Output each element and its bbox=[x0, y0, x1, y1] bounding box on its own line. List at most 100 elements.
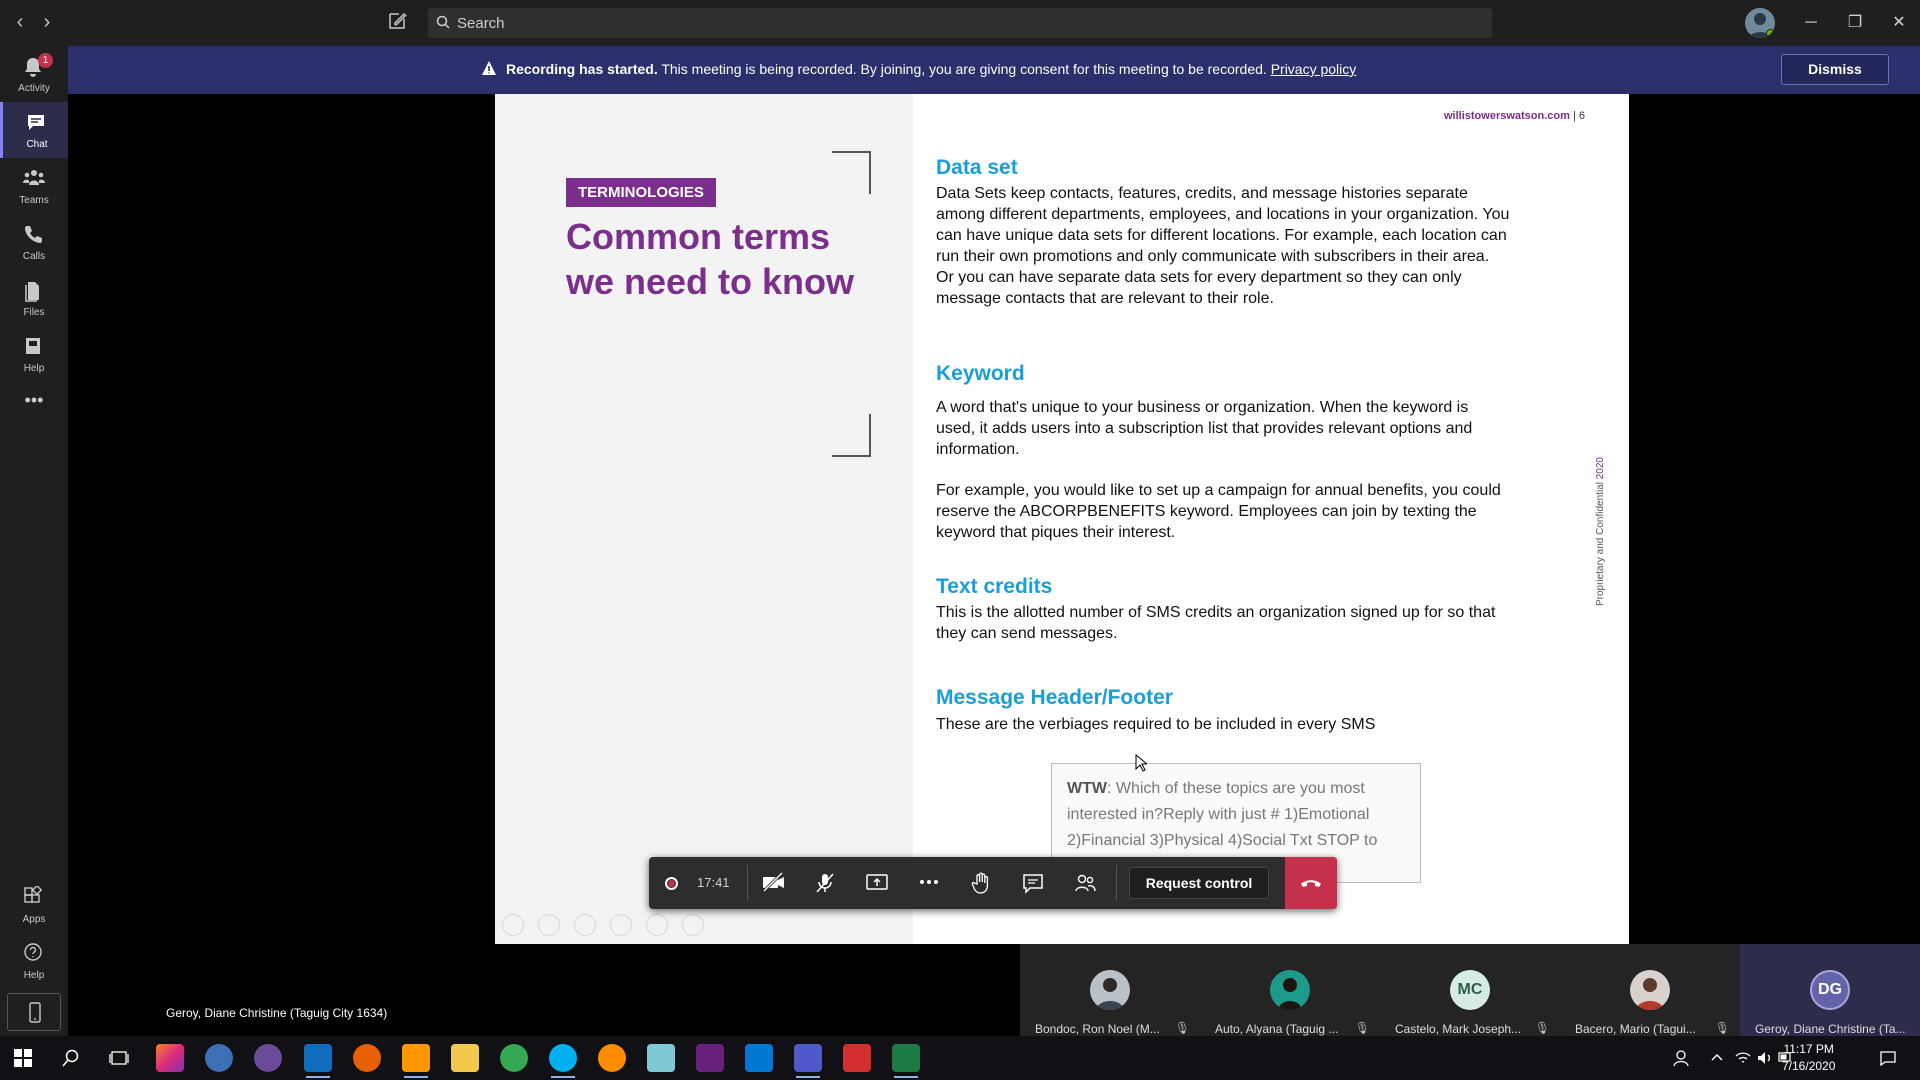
participant-tile[interactable]: Auto, Alyana (Taguig ... 🎙 bbox=[1200, 944, 1380, 1036]
participant-tile[interactable]: Bondoc, Ron Noel (M... 🎙 bbox=[1020, 944, 1200, 1036]
paint-icon[interactable] bbox=[205, 1044, 233, 1072]
rail-item-help-bottom[interactable]: Help bbox=[0, 932, 68, 988]
notes-icon[interactable] bbox=[647, 1044, 675, 1072]
confidential-year: 2020 bbox=[1595, 457, 1606, 483]
help-icon bbox=[24, 943, 42, 961]
section-body: These are the verbiages required to be i… bbox=[936, 716, 1376, 733]
outlook-icon[interactable] bbox=[304, 1044, 332, 1078]
chevron-up-icon[interactable] bbox=[1710, 1050, 1724, 1064]
clock-date: 7/16/2020 bbox=[1782, 1059, 1836, 1073]
section-heading: Keyword bbox=[936, 362, 1025, 385]
section-heading: Data set bbox=[936, 156, 1018, 179]
rail-item-files[interactable]: Files bbox=[0, 270, 68, 326]
task-view-icon[interactable] bbox=[109, 1049, 129, 1067]
rail-item-apps[interactable]: Apps bbox=[0, 876, 68, 932]
slide-tool-icon bbox=[682, 914, 704, 936]
avatar bbox=[1090, 970, 1130, 1010]
apps-icon bbox=[24, 886, 43, 903]
raise-hand-button[interactable] bbox=[958, 857, 1004, 909]
more-icon bbox=[920, 880, 938, 884]
rail-item-help[interactable]: Help bbox=[0, 326, 68, 382]
rail-label: Teams bbox=[19, 195, 49, 206]
file-explorer-icon[interactable] bbox=[451, 1044, 479, 1072]
minimize-button[interactable]: ─ bbox=[1789, 8, 1833, 38]
search-app-icon[interactable] bbox=[598, 1044, 626, 1072]
meeting-stage: TERMINOLOGIES Common terms we need to kn… bbox=[68, 94, 1920, 1020]
share-button[interactable] bbox=[854, 857, 900, 909]
excel-icon[interactable] bbox=[892, 1044, 920, 1078]
participant-tile[interactable]: DG Geroy, Diane Christine (Ta... bbox=[1740, 944, 1920, 1036]
rail-label: Help bbox=[23, 970, 45, 981]
rail-item-calls[interactable]: Calls bbox=[0, 214, 68, 270]
share-screen-icon bbox=[866, 874, 888, 890]
wifi-icon[interactable] bbox=[1734, 1049, 1752, 1067]
dismiss-button[interactable]: Dismiss bbox=[1781, 54, 1889, 85]
device-settings-button[interactable] bbox=[7, 993, 61, 1031]
firefox-icon[interactable] bbox=[353, 1044, 381, 1072]
instagram-icon[interactable] bbox=[156, 1044, 184, 1072]
section-body: For example, you would like to set up a … bbox=[936, 482, 1501, 541]
phone-icon bbox=[25, 226, 42, 243]
skype-icon[interactable] bbox=[549, 1044, 577, 1078]
participant-tile[interactable]: MC Castelo, Mark Joseph... 🎙 bbox=[1380, 944, 1560, 1036]
more-apps-button[interactable]: ••• bbox=[0, 386, 68, 442]
section-body: This is the allotted number of SMS credi… bbox=[936, 604, 1496, 642]
banner-text: This meeting is being recorded. By joini… bbox=[657, 61, 1271, 77]
forward-arrow-icon[interactable]: › bbox=[35, 10, 59, 34]
notification-icon[interactable] bbox=[1879, 1049, 1897, 1067]
windows-start-icon[interactable] bbox=[14, 1049, 32, 1067]
more-actions-button[interactable] bbox=[906, 857, 952, 909]
search-icon[interactable] bbox=[62, 1049, 80, 1067]
avatar-initials: DG bbox=[1810, 970, 1850, 1010]
slide-headline: Common terms we need to know bbox=[566, 216, 855, 302]
presenter-name: Geroy, Diane Christine (Taguig City 1634… bbox=[166, 1006, 388, 1020]
hang-up-button[interactable] bbox=[1285, 857, 1337, 909]
acrobat-icon[interactable] bbox=[843, 1044, 871, 1072]
rail-label: Chat bbox=[26, 139, 48, 150]
request-control-button[interactable]: Request control bbox=[1129, 867, 1269, 899]
confidential-note: Proprietary and Confidential 2020 bbox=[1595, 457, 1606, 606]
new-chat-icon[interactable] bbox=[386, 10, 412, 36]
participant-tile[interactable]: Bacero, Mario (Tagui... 🎙 bbox=[1560, 944, 1740, 1036]
rail-item-teams[interactable]: Teams bbox=[0, 158, 68, 214]
help-book-icon bbox=[26, 338, 40, 354]
rail-item-chat[interactable]: Chat bbox=[0, 102, 68, 158]
visual-studio-icon[interactable] bbox=[696, 1044, 724, 1072]
rail-label: Calls bbox=[22, 251, 46, 262]
slide-tag: TERMINOLOGIES bbox=[566, 178, 716, 207]
search-input[interactable]: Search bbox=[428, 8, 1492, 38]
snip-icon[interactable] bbox=[254, 1044, 282, 1072]
recording-banner: Recording has started. This meeting is b… bbox=[68, 46, 1920, 94]
privacy-policy-link[interactable]: Privacy policy bbox=[1271, 61, 1357, 77]
avatar bbox=[1630, 970, 1670, 1010]
slide-tool-icon bbox=[610, 914, 632, 936]
profile-avatar[interactable] bbox=[1745, 8, 1775, 38]
hang-up-icon bbox=[1301, 880, 1321, 887]
teams-icon[interactable] bbox=[794, 1044, 822, 1078]
chat-toggle[interactable] bbox=[1010, 857, 1056, 909]
rail-item-activity[interactable]: 1 Activity bbox=[0, 46, 68, 102]
slide-tool-icon bbox=[502, 914, 524, 936]
chrome-icon[interactable] bbox=[500, 1044, 528, 1072]
people-icon[interactable] bbox=[1672, 1049, 1690, 1067]
chat-icon bbox=[28, 115, 44, 130]
title-bar: ‹ › Search ─ ❐ ✕ bbox=[0, 0, 1920, 46]
mobile-icon bbox=[29, 1002, 41, 1023]
rail-label: Help bbox=[23, 363, 45, 374]
restore-button[interactable]: ❐ bbox=[1833, 8, 1877, 38]
section-body: Data Sets keep contacts, features, credi… bbox=[936, 185, 1510, 307]
sublime-icon[interactable] bbox=[402, 1044, 430, 1078]
participants-toggle[interactable] bbox=[1062, 857, 1108, 909]
vscode-icon[interactable] bbox=[745, 1044, 773, 1072]
volume-icon[interactable] bbox=[1756, 1049, 1774, 1067]
close-button[interactable]: ✕ bbox=[1877, 8, 1920, 38]
rail-label: Activity bbox=[18, 83, 50, 94]
call-controls: 17:41 Request control bbox=[649, 857, 1337, 909]
windows-taskbar: 11:17 PM 7/16/2020 bbox=[0, 1036, 1920, 1080]
divider bbox=[747, 865, 748, 901]
slide-tool-icon bbox=[646, 914, 668, 936]
system-clock[interactable]: 11:17 PM 7/16/2020 bbox=[1782, 1041, 1835, 1075]
back-arrow-icon[interactable]: ‹ bbox=[8, 10, 32, 34]
mic-toggle[interactable] bbox=[802, 857, 848, 909]
camera-toggle[interactable] bbox=[750, 857, 796, 909]
